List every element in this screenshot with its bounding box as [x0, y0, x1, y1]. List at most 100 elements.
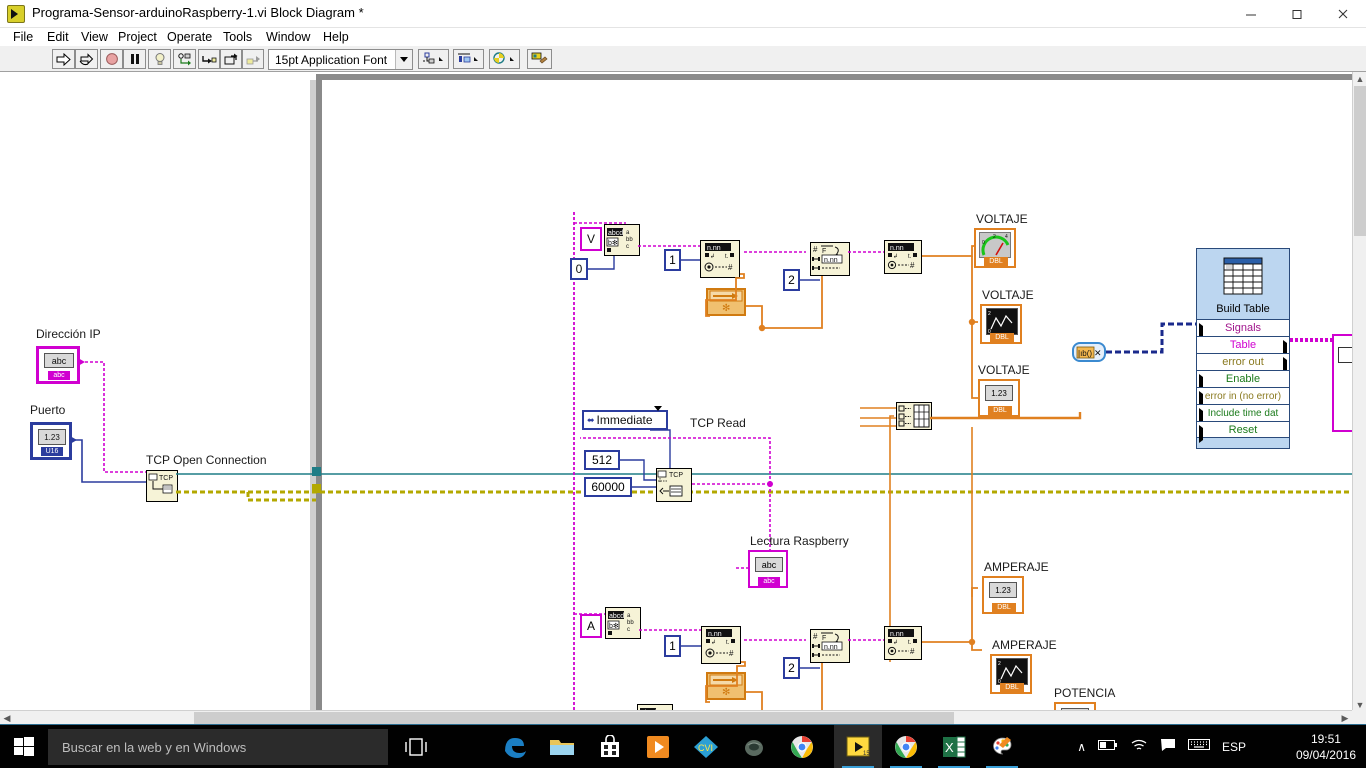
node-number-to-fractional-string-a[interactable]: # F n.nn — [810, 629, 850, 663]
language-indicator[interactable]: ESP — [1222, 740, 1246, 754]
clean-up-diagram-icon[interactable] — [527, 49, 552, 69]
indicator-amperaje-chart[interactable]: 20 DBL — [990, 654, 1032, 694]
run-continuously-icon[interactable] — [75, 49, 98, 69]
menu-item-project[interactable]: Project — [113, 29, 162, 45]
scroll-right-arrow-icon[interactable]: ▶ — [1338, 711, 1352, 725]
terminal-puerto[interactable]: 1.23 U16 — [30, 422, 72, 460]
taskbar-clock[interactable]: 19:51 09/04/2016 — [1296, 731, 1356, 763]
taskbar-app-paint[interactable] — [978, 725, 1026, 768]
menu-item-view[interactable]: View — [76, 29, 113, 45]
align-objects-icon[interactable] — [418, 49, 449, 69]
keyboard-icon[interactable] — [1187, 738, 1210, 756]
block-diagram-canvas[interactable]: Dirección IP abc abc Puerto 1.23 U16 TCP… — [0, 72, 1352, 712]
labview-vi-icon — [7, 5, 25, 23]
tray-chevron-icon[interactable]: ∧ — [1077, 740, 1086, 754]
menu-item-edit[interactable]: Edit — [42, 29, 74, 45]
node-search-split-string-a[interactable]: abcd b✻ a bb c — [605, 607, 641, 639]
task-view-icon[interactable] — [392, 725, 440, 768]
taskbar-app-file-explorer[interactable] — [538, 725, 586, 768]
taskbar-search-input[interactable]: Buscar en la web y en Windows — [48, 729, 388, 765]
express-row-label: Include time dat — [1207, 407, 1279, 419]
express-row-include-time[interactable]: Include time dat — [1197, 404, 1289, 426]
while-loop-border-top — [316, 74, 1352, 80]
terminal-value-123: 1.23 — [38, 429, 66, 445]
node-scan-from-string-v2[interactable]: n.nn ↲ t. # — [884, 240, 922, 274]
windows-start-icon[interactable] — [0, 725, 48, 768]
wifi-icon[interactable] — [1130, 738, 1148, 757]
retain-wire-values-icon[interactable] — [173, 49, 196, 69]
taskbar-app-google-chrome-2[interactable] — [882, 725, 930, 768]
run-arrow-icon[interactable] — [52, 49, 75, 69]
while-loop-shadow — [310, 80, 316, 712]
action-center-icon[interactable] — [1160, 738, 1176, 757]
taskbar-app-microsoft-edge[interactable] — [490, 725, 538, 768]
svg-text:n.nn: n.nn — [890, 631, 904, 638]
horizontal-scroll-thumb[interactable] — [194, 712, 954, 724]
node-tcp-read[interactable]: TCP — [656, 468, 692, 502]
taskbar-app-microsoft-excel[interactable]: X — [930, 725, 978, 768]
step-into-icon[interactable] — [198, 49, 220, 69]
step-out-icon[interactable] — [242, 49, 264, 69]
svg-text:F: F — [822, 248, 826, 255]
minimize-button[interactable] — [1228, 0, 1274, 28]
express-vi-build-table[interactable]: Build Table Signals Table error out Enab… — [1196, 248, 1290, 449]
menu-item-window[interactable]: Window — [261, 29, 315, 45]
svg-text:n.nn: n.nn — [708, 631, 722, 638]
reorder-objects-icon[interactable] — [489, 49, 520, 69]
scroll-up-arrow-icon[interactable]: ▲ — [1353, 72, 1366, 86]
font-selector[interactable]: 15pt Application Font — [268, 49, 413, 70]
svg-text:|ıb(): |ıb() — [1078, 349, 1092, 358]
horizontal-scrollbar[interactable]: ◀ ▶ — [0, 710, 1352, 725]
scroll-left-arrow-icon[interactable]: ◀ — [0, 711, 14, 725]
pause-icon[interactable] — [123, 49, 146, 69]
highlight-execution-bulb-icon[interactable] — [148, 49, 171, 69]
express-row-error-out[interactable]: error out — [1197, 353, 1289, 375]
vertical-scroll-thumb[interactable] — [1354, 86, 1366, 236]
label-tcp-read: TCP Read — [690, 416, 746, 430]
node-search-split-string-v[interactable]: abcd b✻ a bb c — [604, 224, 640, 256]
express-row-signals[interactable]: Signals — [1197, 319, 1289, 341]
node-convert-to-dynamic-data[interactable]: |ıb() ✕ — [1072, 342, 1106, 362]
taskbar-app-labwindows-cvi[interactable]: CVI — [682, 725, 730, 768]
menu-item-file[interactable]: File — [8, 29, 38, 45]
express-row-error-in[interactable]: error in (no error) — [1197, 387, 1289, 409]
node-tcp-open-connection[interactable]: TCP — [146, 470, 178, 502]
taskbar-app-halo-game[interactable] — [730, 725, 778, 768]
svg-text:✕: ✕ — [1094, 348, 1102, 358]
menu-item-tools[interactable]: Tools — [218, 29, 257, 45]
node-scan-from-string-a2[interactable]: n.nn ↲ t. # — [884, 626, 922, 660]
step-over-icon[interactable] — [220, 49, 242, 69]
constant-read-mode-immediate[interactable]: ⬌ Immediate — [582, 406, 668, 430]
chevron-down-icon[interactable] — [395, 50, 412, 69]
label-voltaje-2: VOLTAJE — [982, 288, 1034, 302]
indicator-lectura-raspberry[interactable]: abc abc — [748, 550, 788, 588]
constant-bytes-to-read[interactable]: 512 — [584, 450, 620, 470]
taskbar-app-windows-store[interactable] — [586, 725, 634, 768]
close-button[interactable] — [1320, 0, 1366, 28]
express-row-enable[interactable]: Enable — [1197, 370, 1289, 392]
taskbar-app-labview[interactable]: 15 — [834, 725, 882, 768]
indicator-amperaje-numeric[interactable]: 1.23 DBL — [982, 576, 1024, 614]
taskbar-app-google-chrome[interactable] — [778, 725, 826, 768]
indicator-voltaje-gauge[interactable]: 0 2 4 DBL — [974, 228, 1016, 268]
maximize-button[interactable] — [1274, 0, 1320, 28]
constant-a-char[interactable]: A — [580, 614, 602, 638]
svg-text:bb: bb — [627, 620, 634, 626]
vertical-scrollbar[interactable]: ▲ ▼ — [1352, 72, 1366, 712]
menu-item-operate[interactable]: Operate — [162, 29, 217, 45]
chevron-down-icon[interactable] — [654, 406, 666, 429]
svg-text:↲: ↲ — [893, 253, 898, 260]
indicator-voltaje-chart[interactable]: 20 DBL — [980, 304, 1022, 344]
abort-execution-icon[interactable] — [100, 49, 123, 69]
express-row-reset[interactable]: Reset — [1197, 421, 1289, 443]
battery-icon[interactable] — [1097, 738, 1118, 756]
node-number-to-fractional-string-v[interactable]: # F n.nn — [810, 242, 850, 276]
svg-text:TCP: TCP — [159, 475, 173, 482]
taskbar-app-media-player[interactable] — [634, 725, 682, 768]
indicator-partial-right[interactable] — [1338, 347, 1352, 363]
scrollbar-corner — [1352, 710, 1366, 724]
terminal-direccion-ip[interactable]: abc abc — [36, 346, 80, 384]
distribute-objects-icon[interactable] — [453, 49, 484, 69]
express-row-table[interactable]: Table — [1197, 336, 1289, 358]
menu-item-help[interactable]: Help — [318, 29, 354, 45]
